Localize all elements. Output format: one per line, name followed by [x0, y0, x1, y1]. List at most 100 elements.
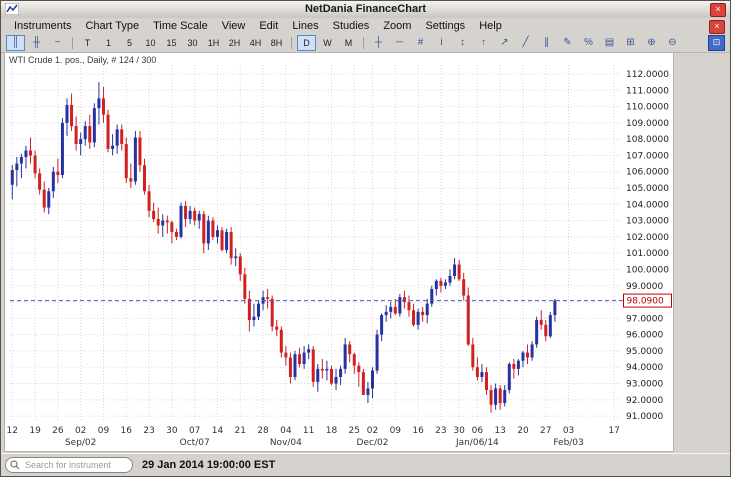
- price-axis-label: 102.0000: [626, 233, 669, 243]
- zoom-in-button[interactable]: ⊕: [642, 35, 661, 51]
- timescale-10-button[interactable]: 10: [141, 35, 160, 51]
- trend-arrow-tool-button[interactable]: ↗: [495, 35, 514, 51]
- price-axis-label: 97.0000: [626, 314, 663, 324]
- toolbar-separator: [72, 37, 73, 49]
- date-axis-label: 26: [52, 426, 64, 436]
- chart-panel: WTI Crude 1. pos., Daily, # 124 / 300 11…: [4, 52, 674, 452]
- line-chart-button[interactable]: ~: [48, 35, 67, 51]
- price-axis-label: 110.0000: [626, 103, 669, 113]
- date-axis-label: 09: [98, 426, 110, 436]
- date-axis-label: 25: [349, 426, 360, 436]
- date-axis-label: 06: [472, 426, 484, 436]
- title-bar: NetDania FinanceChart ×: [1, 1, 730, 19]
- arrow-tool-button[interactable]: ↑: [474, 35, 493, 51]
- date-axis-label: 11: [303, 426, 314, 436]
- menu-bar: Instruments Chart Type Time Scale View Edit L…: [1, 18, 730, 34]
- price-axis-label: 101.0000: [626, 249, 669, 259]
- timescale-1h-button[interactable]: 1H: [204, 35, 223, 51]
- timescale-1-button[interactable]: 1: [99, 35, 118, 51]
- month-axis-label: Feb/03: [553, 438, 583, 448]
- chart-plot-area[interactable]: [10, 65, 621, 421]
- price-axis-label: 100.0000: [626, 265, 669, 275]
- trendline-tool-button[interactable]: ╱: [516, 35, 535, 51]
- toolbar-separator: [363, 37, 364, 49]
- menu-edit[interactable]: Edit: [252, 19, 285, 33]
- date-axis-label: 12: [7, 426, 18, 436]
- dock-button[interactable]: ⊡: [708, 35, 725, 51]
- pencil-tool-button[interactable]: ✎: [558, 35, 577, 51]
- close-window-button[interactable]: ×: [710, 3, 726, 17]
- date-axis-label: 09: [390, 426, 402, 436]
- menu-instruments[interactable]: Instruments: [7, 19, 78, 33]
- date-axis-label: 02: [75, 426, 86, 436]
- month-axis-label: Jan/06/14: [455, 438, 499, 448]
- date-axis-label: 04: [280, 426, 292, 436]
- search-input[interactable]: [23, 459, 127, 471]
- menu-zoom[interactable]: Zoom: [376, 19, 418, 33]
- timescale-30-button[interactable]: 30: [183, 35, 202, 51]
- date-axis-label: 16: [121, 426, 133, 436]
- price-axis-label: 99.0000: [626, 282, 663, 292]
- date-axis-label: 03: [563, 426, 574, 436]
- month-axis-label: Oct/07: [180, 438, 210, 448]
- timescale-5-button[interactable]: 5: [120, 35, 139, 51]
- instrument-search-box[interactable]: [5, 457, 133, 473]
- date-axis-label: 18: [326, 426, 338, 436]
- crosshair-tool-button[interactable]: ┼: [369, 35, 388, 51]
- bar-chart-button[interactable]: ╫: [27, 35, 46, 51]
- price-axis-label: 95.0000: [626, 347, 663, 357]
- menu-help[interactable]: Help: [472, 19, 509, 33]
- price-axis-label: 96.0000: [626, 331, 663, 341]
- info-tool-button[interactable]: i: [432, 35, 451, 51]
- timescale-m-button[interactable]: M: [339, 35, 358, 51]
- last-update-timestamp: 29 Jan 2014 19:00:00 EST: [142, 459, 276, 471]
- date-axis-label: 23: [435, 426, 446, 436]
- month-axis-label: Sep/02: [65, 438, 96, 448]
- price-axis-label: 91.0000: [626, 412, 663, 422]
- menu-lines[interactable]: Lines: [285, 19, 325, 33]
- menu-settings[interactable]: Settings: [418, 19, 472, 33]
- window-title: NetDania FinanceChart: [304, 3, 427, 15]
- menu-time-scale[interactable]: Time Scale: [146, 19, 215, 33]
- timescale-d-button[interactable]: D: [297, 35, 316, 51]
- candlestick-chart: 112.0000 111.0000 110.0000 109.0000 108.0000…: [7, 65, 672, 448]
- date-axis-label: 14: [212, 426, 224, 436]
- date-axis-label: 28: [257, 426, 269, 436]
- horizontal-line-tool-button[interactable]: ─: [390, 35, 409, 51]
- candlestick-chart-button[interactable]: ║: [6, 35, 25, 51]
- date-axis-label: 16: [412, 426, 424, 436]
- menu-items: Instruments Chart Type Time Scale View Edit L…: [1, 18, 730, 34]
- instrument-label: WTI Crude 1. pos., Daily, # 124 / 300: [9, 55, 157, 65]
- status-bar: 29 Jan 2014 19:00:00 EST: [1, 453, 730, 476]
- zoom-out-button[interactable]: ⊖: [663, 35, 682, 51]
- close-chart-button[interactable]: ×: [709, 20, 725, 34]
- date-axis-label: 21: [235, 426, 246, 436]
- timescale-w-button[interactable]: W: [318, 35, 337, 51]
- menu-chart-type[interactable]: Chart Type: [78, 19, 146, 33]
- menu-view[interactable]: View: [215, 19, 253, 33]
- print-button[interactable]: ▤: [600, 35, 619, 51]
- price-axis-label: 106.0000: [626, 168, 669, 178]
- price-axis-label: 108.0000: [626, 135, 669, 145]
- timescale-4h-button[interactable]: 4H: [246, 35, 265, 51]
- price-axis-label: 93.0000: [626, 380, 663, 390]
- zoom-area-button[interactable]: ⊞: [621, 35, 640, 51]
- date-axis-label: 13: [494, 426, 505, 436]
- date-axis-label: 17: [608, 426, 619, 436]
- month-axis-label: Nov/04: [270, 438, 302, 448]
- vertical-scale-button[interactable]: ↕: [453, 35, 472, 51]
- fibonacci-tool-button[interactable]: %: [579, 35, 598, 51]
- toolbar-items: ║ ╫ ~ T 1 5 10 15 30 1H 2H 4H 8H D W M ┼ ─ # i ↕ ↑ ↗ ╱ ∥ ✎% ▤ ⊞ ⊕ ⊖: [1, 34, 730, 52]
- date-axis-label: 02: [367, 426, 378, 436]
- timescale-8h-button[interactable]: 8H: [267, 35, 286, 51]
- timescale-2h-button[interactable]: 2H: [225, 35, 244, 51]
- timescale-15-button[interactable]: 15: [162, 35, 181, 51]
- parallel-lines-tool-button[interactable]: ∥: [537, 35, 556, 51]
- date-axis-label: 20: [517, 426, 529, 436]
- last-price-label: 98.0900: [627, 297, 664, 307]
- month-axis-label: Dec/02: [357, 438, 389, 448]
- timescale-t-button[interactable]: T: [78, 35, 97, 51]
- menu-studies[interactable]: Studies: [326, 19, 377, 33]
- grid-tool-button[interactable]: #: [411, 35, 430, 51]
- date-axis-label: 07: [189, 426, 200, 436]
